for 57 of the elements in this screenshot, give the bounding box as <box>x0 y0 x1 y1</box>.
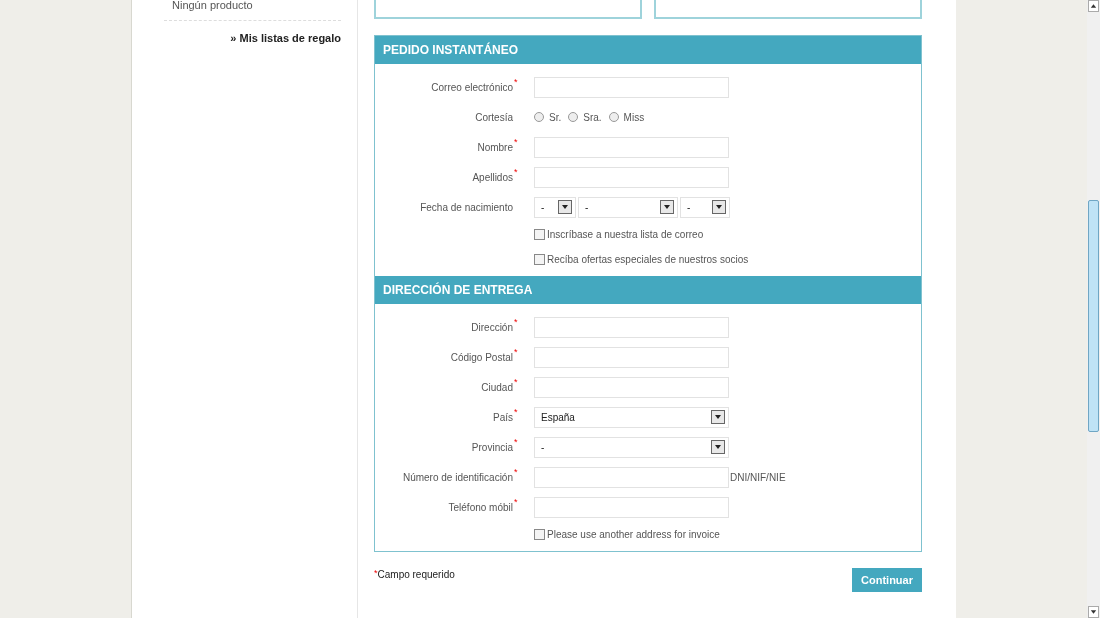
field-label: Código Postal <box>450 350 513 365</box>
required-mark: * <box>514 75 519 89</box>
required-mark: * <box>514 315 519 329</box>
required-note: *Campo requerido <box>374 567 455 582</box>
input-field[interactable] <box>534 76 729 98</box>
required-mark: * <box>514 405 519 419</box>
input-field[interactable] <box>534 466 729 488</box>
required-mark: * <box>514 375 519 389</box>
field-label: Teléfono móbil <box>448 500 513 515</box>
radio-label[interactable]: Sra. <box>583 109 602 125</box>
required-mark: * <box>514 495 519 509</box>
field-label: Fecha de nacimiento <box>420 200 513 215</box>
cart-status: Ningún producto <box>164 0 341 21</box>
field-hint: DNI/NIF/NIE <box>730 470 786 485</box>
dropdown[interactable]: España <box>534 406 729 428</box>
radio-button[interactable] <box>568 112 579 122</box>
radio-button[interactable] <box>608 112 619 122</box>
dropdown[interactable]: - <box>680 196 730 218</box>
required-mark: * <box>514 165 519 179</box>
checkbox[interactable] <box>534 229 545 240</box>
dropdown[interactable]: - <box>534 436 729 458</box>
field-label: Correo electrónico <box>431 80 513 95</box>
checkbox-label[interactable]: Recíba ofertas especiales de nuestros socios <box>547 252 749 267</box>
field-label: Número de identificación <box>402 470 513 485</box>
scroll-down-icon[interactable] <box>1088 606 1099 618</box>
field-label: Apellidos <box>472 170 513 185</box>
scroll-thumb[interactable] <box>1088 200 1099 432</box>
radio-button[interactable] <box>534 112 544 122</box>
input-field[interactable] <box>534 496 729 518</box>
field-label: Nombre <box>477 140 513 155</box>
required-mark: * <box>514 135 519 149</box>
field-label: Ciudad <box>481 380 513 395</box>
input-field[interactable] <box>534 136 729 158</box>
input-field[interactable] <box>534 346 729 368</box>
required-mark: * <box>514 435 519 449</box>
input-field[interactable] <box>534 166 729 188</box>
section-header: DIRECCIÓN DE ENTREGA <box>375 276 921 304</box>
field-label: Provincia <box>471 440 513 455</box>
dropdown[interactable]: - <box>534 196 576 218</box>
input-field[interactable] <box>534 376 729 398</box>
radio-label[interactable]: Miss <box>623 109 645 125</box>
gift-list-link[interactable]: » Mis listas de regalo <box>230 30 341 47</box>
required-mark: * <box>514 345 519 359</box>
field-label: Cortesía <box>475 110 513 125</box>
scrollbar[interactable] <box>1087 0 1100 618</box>
scroll-up-icon[interactable] <box>1088 0 1099 12</box>
checkbox-label[interactable]: Inscríbase a nuestra lista de correo <box>547 227 704 242</box>
required-mark: * <box>514 465 519 479</box>
dropdown[interactable]: - <box>578 196 678 218</box>
section-header: PEDIDO INSTANTÁNEO <box>375 36 921 64</box>
input-field[interactable] <box>534 316 729 338</box>
checkbox[interactable] <box>534 529 545 540</box>
field-label: Dirección <box>471 320 513 335</box>
checkbox-label[interactable]: Please use another address for invoice <box>547 527 720 542</box>
checkbox[interactable] <box>534 254 545 265</box>
field-label: País <box>493 410 513 425</box>
radio-label[interactable]: Sr. <box>549 109 562 125</box>
